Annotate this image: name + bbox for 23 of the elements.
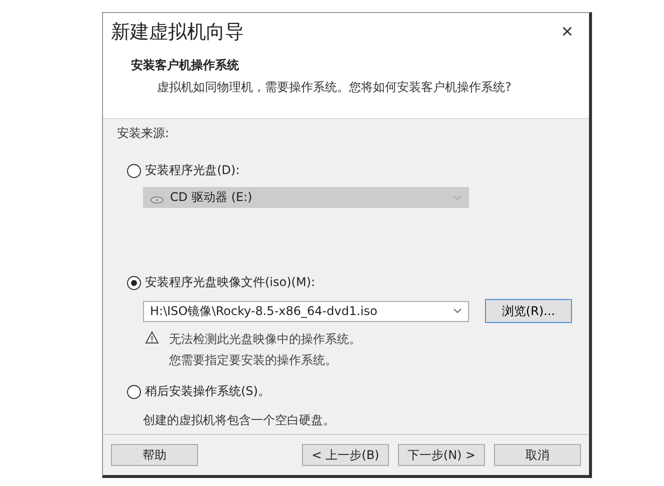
option-note: 创建的虚拟机将包含一个空白硬盘。 xyxy=(143,412,336,429)
radio-button[interactable] xyxy=(127,276,141,290)
radio-label[interactable]: 稍后安装操作系统(S)。 xyxy=(145,383,270,400)
footer-button[interactable]: 取消 xyxy=(494,444,581,466)
warning-text: 无法检测此光盘映像中的操作系统。 xyxy=(169,331,361,348)
radio-label[interactable]: 安装程序光盘映像文件(iso)(M): xyxy=(145,274,316,291)
page-description: 虚拟机如同物理机，需要操作系统。您将如何安装客户机操作系统? xyxy=(157,79,512,96)
footer-button[interactable]: 帮助 xyxy=(111,444,198,466)
radio-label[interactable]: 安装程序光盘(D): xyxy=(145,162,240,179)
radio-button[interactable] xyxy=(127,384,141,398)
radio-button[interactable] xyxy=(127,164,141,178)
window-title: 新建虚拟机向导 xyxy=(111,20,244,45)
warning-icon xyxy=(145,331,159,344)
source-label: 安装来源: xyxy=(117,125,170,142)
chevron-down-icon xyxy=(453,194,462,200)
page-heading: 安装客户机操作系统 xyxy=(131,57,240,74)
iso-path-dropdown[interactable]: H:\ISO镜像\Rocky-8.5-x86_64-dvd1.iso xyxy=(143,300,469,322)
warning-text: 您需要指定要安装的操作系统。 xyxy=(169,352,338,369)
browse-button[interactable]: 浏览(R)... xyxy=(485,299,572,323)
footer-button[interactable]: 下一步(N) > xyxy=(398,444,485,466)
footer-button[interactable]: < 上一步(B) xyxy=(302,444,389,466)
close-button[interactable]: × xyxy=(553,21,581,43)
chevron-down-icon xyxy=(453,308,462,314)
